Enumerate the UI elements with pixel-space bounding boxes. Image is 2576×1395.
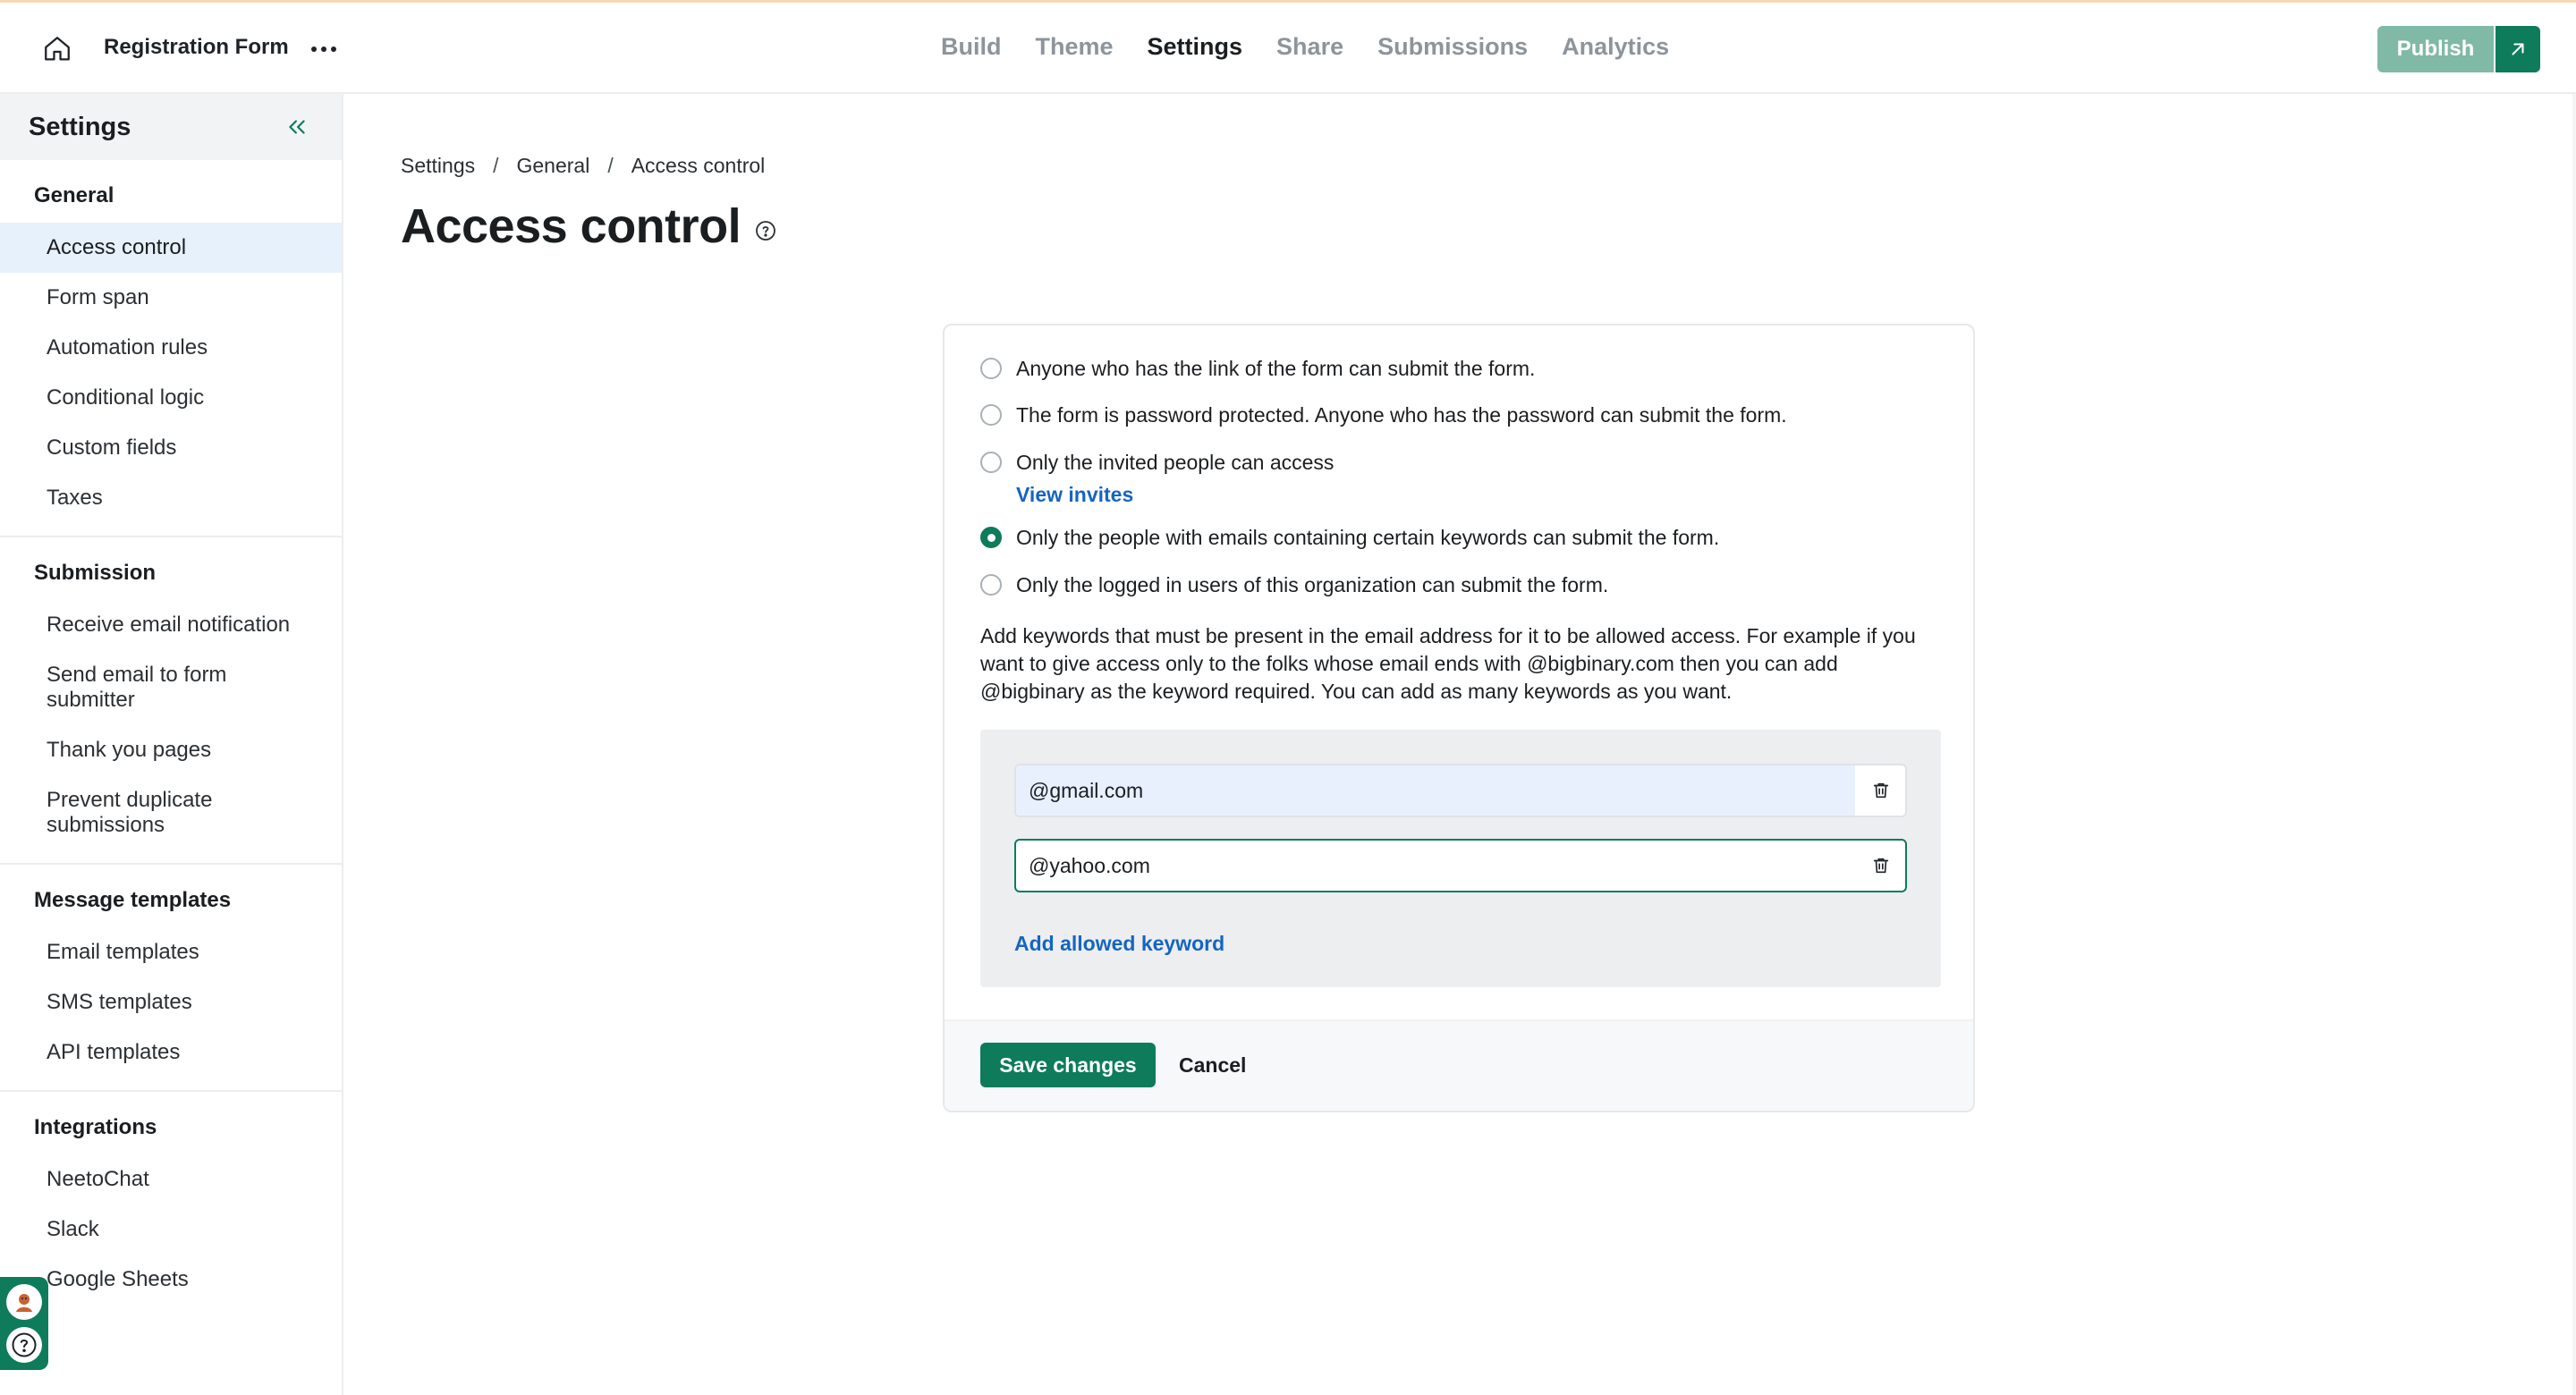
double-chevron-left-icon <box>289 120 305 134</box>
card-footer: Save changes Cancel <box>945 1019 1973 1111</box>
option-email-keywords[interactable]: Only the people with emails containing c… <box>980 527 1946 574</box>
keywords-panel: Add allowed keyword <box>980 730 1941 987</box>
option-label: The form is password protected. Anyone w… <box>1016 403 1787 427</box>
sidebar-group-title: Message templates <box>34 888 232 912</box>
tab-build[interactable]: Build <box>941 33 1002 61</box>
more-options-button[interactable] <box>304 30 343 69</box>
sidebar-item-custom-fields[interactable]: Custom fields <box>0 423 342 473</box>
help-circle-icon <box>756 221 776 241</box>
option-label: Only the invited people can access <box>1016 451 1335 474</box>
collapse-sidebar-button[interactable] <box>281 111 313 143</box>
page-title: Access control <box>401 199 741 253</box>
breadcrumb: Settings / General / Access control <box>401 154 765 178</box>
radio-button[interactable] <box>980 358 1002 379</box>
sidebar-item-slack[interactable]: Slack <box>0 1205 342 1255</box>
main-tabs: Build Theme Settings Share Submissions A… <box>941 33 1703 61</box>
option-logged-in-users[interactable]: Only the logged in users of this organiz… <box>980 574 1946 621</box>
sidebar-item-automation-rules[interactable]: Automation rules <box>0 323 342 373</box>
page-title-row: Access control <box>401 199 778 254</box>
breadcrumb-separator: / <box>607 154 614 177</box>
breadcrumb-current: Access control <box>631 154 766 177</box>
option-anyone-with-link[interactable]: Anyone who has the link of the form can … <box>980 358 1946 404</box>
settings-sidebar: Settings General Access control Form spa… <box>0 94 343 1395</box>
sidebar-group-integrations: Integrations NeetoChat Slack Google Shee… <box>0 1092 342 1317</box>
sidebar-item-google-sheets[interactable]: Google Sheets <box>0 1255 342 1305</box>
trash-icon <box>1873 782 1888 799</box>
help-widget-button[interactable] <box>6 1327 42 1363</box>
sidebar-group-message-templates: Message templates Email templates SMS te… <box>0 865 342 1092</box>
sidebar-item-neetochat[interactable]: NeetoChat <box>0 1154 342 1205</box>
tab-settings[interactable]: Settings <box>1148 33 1243 61</box>
access-control-card: Anyone who has the link of the form can … <box>943 324 1975 1112</box>
add-allowed-keyword-link[interactable]: Add allowed keyword <box>1014 932 1224 956</box>
option-password-protected[interactable]: The form is password protected. Anyone w… <box>980 404 1946 452</box>
sidebar-item-form-span[interactable]: Form span <box>0 273 342 323</box>
save-changes-button[interactable]: Save changes <box>980 1043 1156 1087</box>
sidebar-item-taxes[interactable]: Taxes <box>0 473 342 523</box>
floating-widgets <box>0 1277 48 1370</box>
access-options: Anyone who has the link of the form can … <box>980 358 1946 621</box>
cancel-button[interactable]: Cancel <box>1179 1043 1246 1087</box>
chat-avatar-icon <box>12 1289 37 1315</box>
breadcrumb-settings[interactable]: Settings <box>401 154 475 178</box>
sidebar-group-title: Integrations <box>34 1115 157 1139</box>
radio-button[interactable] <box>980 452 1002 473</box>
sidebar-item-thank-you-pages[interactable]: Thank you pages <box>0 725 342 775</box>
radio-button-checked[interactable] <box>980 527 1002 548</box>
delete-keyword-button[interactable] <box>1855 765 1905 816</box>
delete-keyword-button[interactable] <box>1855 841 1905 891</box>
sidebar-item-email-templates[interactable]: Email templates <box>0 927 342 977</box>
view-invites-link[interactable]: View invites <box>1016 483 1334 507</box>
radio-button[interactable] <box>980 404 1002 426</box>
breadcrumb-separator: / <box>493 154 499 177</box>
page-help-button[interactable] <box>753 218 778 243</box>
sidebar-title: Settings <box>29 112 131 141</box>
publish-button[interactable]: Publish <box>2377 26 2494 72</box>
sidebar-item-receive-email-notification[interactable]: Receive email notification <box>0 600 342 650</box>
sidebar-item-prevent-duplicate-submissions[interactable]: Prevent duplicate submissions <box>0 775 288 850</box>
keyword-input[interactable] <box>1016 765 1855 816</box>
sidebar-item-api-templates[interactable]: API templates <box>0 1027 342 1078</box>
option-label: Only the people with emails containing c… <box>1016 526 1720 549</box>
sidebar-item-access-control[interactable]: Access control <box>0 223 342 273</box>
sidebar-group-general: General Access control Form span Automat… <box>0 160 342 537</box>
help-circle-icon <box>12 1332 37 1357</box>
radio-button[interactable] <box>980 574 1002 596</box>
sidebar-item-send-email-to-submitter[interactable]: Send email to form submitter <box>0 650 315 725</box>
tab-submissions[interactable]: Submissions <box>1377 33 1528 61</box>
keyword-input[interactable] <box>1016 841 1855 891</box>
publish-group: Publish <box>2377 26 2540 72</box>
option-invited-people[interactable]: Only the invited people can access View … <box>980 452 1946 527</box>
open-preview-button[interactable] <box>2494 26 2540 72</box>
chat-widget-button[interactable] <box>6 1284 42 1320</box>
keywords-description: Add keywords that must be present in the… <box>980 624 1916 703</box>
keyword-row <box>1014 764 1907 817</box>
sidebar-item-sms-templates[interactable]: SMS templates <box>0 977 342 1027</box>
sidebar-group-submission: Submission Receive email notification Se… <box>0 537 342 865</box>
breadcrumb-general[interactable]: General <box>517 154 590 178</box>
page-scrollbar[interactable] <box>2572 94 2576 1395</box>
home-icon <box>45 37 70 61</box>
arrow-up-right-icon <box>2512 43 2524 55</box>
home-button[interactable] <box>38 30 77 69</box>
sidebar-group-title: Submission <box>34 561 157 585</box>
sidebar-group-title: General <box>34 183 114 207</box>
option-content: Only the invited people can access View … <box>1016 452 1334 507</box>
top-header: Registration Form Build Theme Settings S… <box>0 3 2576 94</box>
sidebar-item-conditional-logic[interactable]: Conditional logic <box>0 373 342 423</box>
option-label: Anyone who has the link of the form can … <box>1016 357 1536 380</box>
trash-icon <box>1873 858 1888 874</box>
tab-theme[interactable]: Theme <box>1036 33 1114 61</box>
sidebar-header: Settings <box>0 94 342 160</box>
form-title: Registration Form <box>104 35 289 59</box>
tab-share[interactable]: Share <box>1276 33 1343 61</box>
option-label: Only the logged in users of this organiz… <box>1016 573 1609 596</box>
more-horizontal-icon <box>311 46 336 52</box>
tab-analytics[interactable]: Analytics <box>1562 33 1669 61</box>
keyword-row <box>1014 839 1907 892</box>
